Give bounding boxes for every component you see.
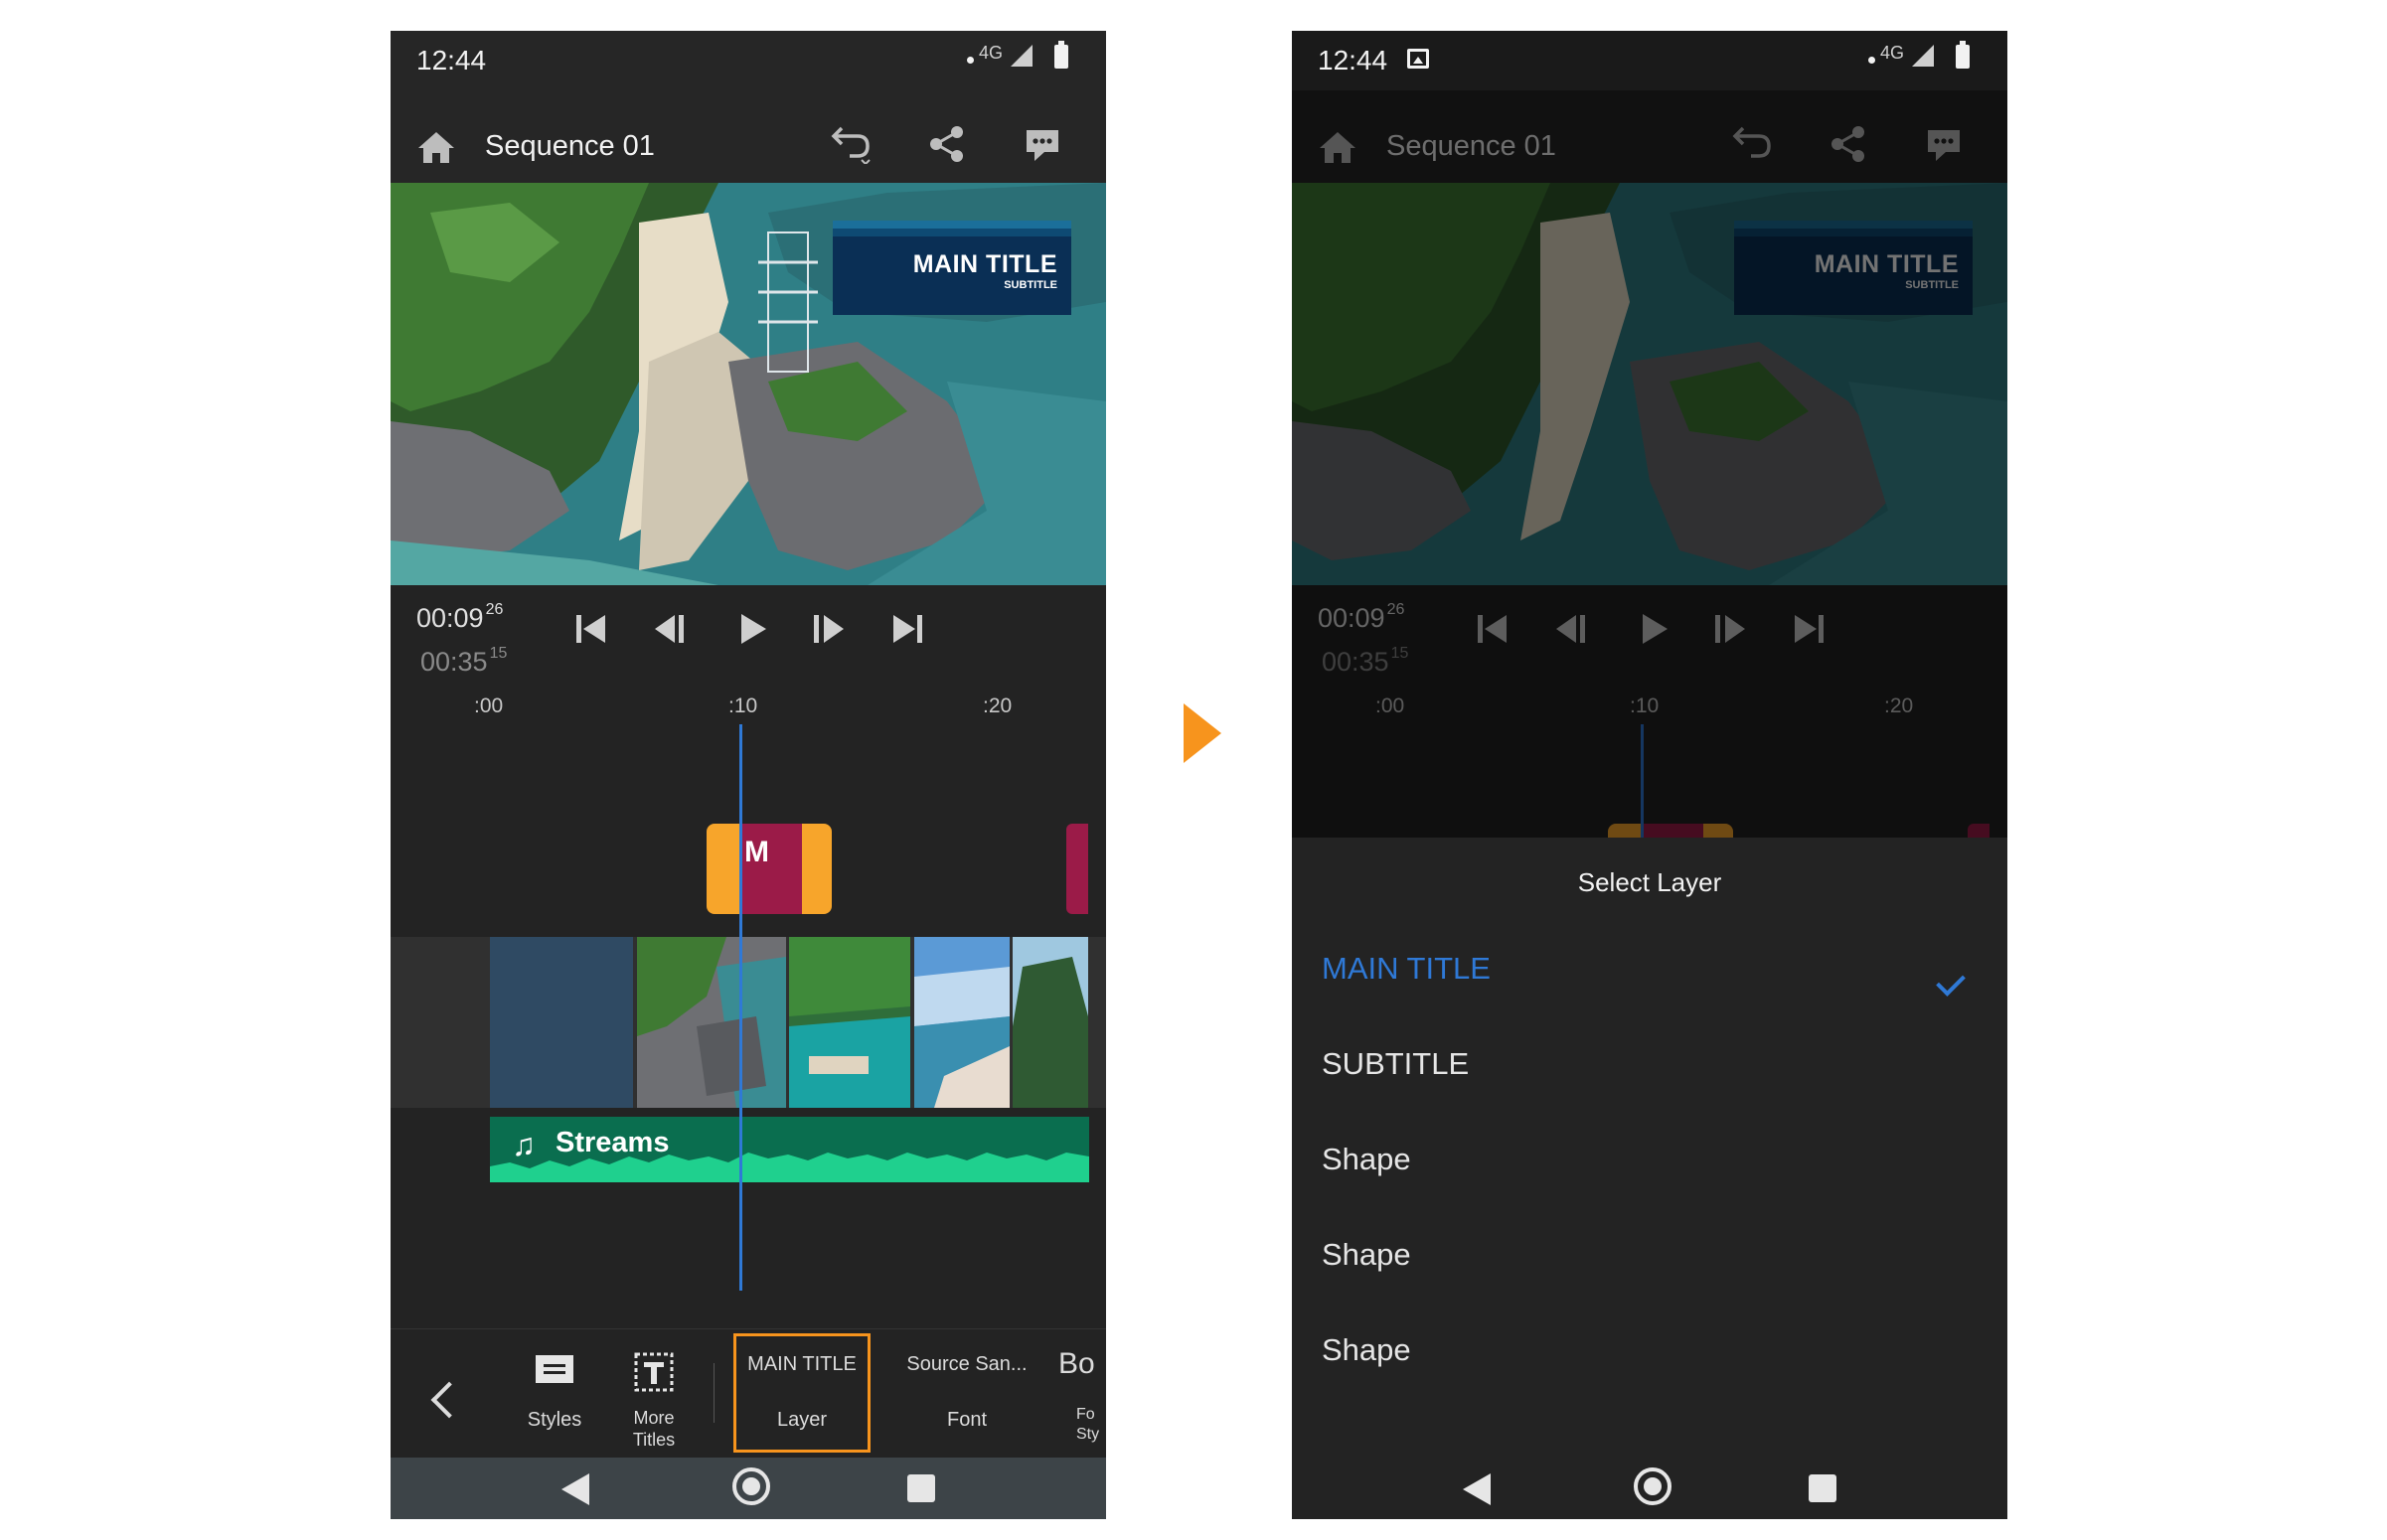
toolbar-divider	[714, 1363, 715, 1423]
image-notification-icon	[1407, 49, 1429, 69]
transition-arrow-icon	[1184, 703, 1221, 763]
share-icon[interactable]	[927, 124, 967, 164]
title-clip[interactable]: M	[707, 824, 832, 914]
ruler-tick: :00	[474, 694, 504, 717]
video-preview[interactable]: MAIN TITLE SUBTITLE	[391, 183, 1106, 585]
styles-button[interactable]: Styles	[510, 1329, 599, 1459]
font-label: Font	[946, 1409, 988, 1431]
phone-screen-editor: 12:44 4G Sequence 01 MAIN TITLE SUBTITLE…	[391, 31, 1106, 1519]
nav-home-icon[interactable]	[732, 1467, 770, 1505]
nav-recents-icon[interactable]	[907, 1474, 935, 1502]
battery-icon	[1956, 41, 1970, 69]
battery-icon	[1054, 41, 1068, 69]
title-overlay[interactable]: MAIN TITLE SUBTITLE	[833, 221, 1071, 315]
home-icon[interactable]	[416, 130, 456, 164]
overlay-main-title: MAIN TITLE	[912, 250, 1057, 278]
current-timecode: 00:0926	[416, 601, 504, 633]
phone-screen-select-layer: 12:44 4G Sequence 01	[1292, 31, 2007, 1519]
title-edit-toolbar: Styles More Titles MAIN TITLE Layer Sour…	[391, 1328, 1106, 1459]
modal-scrim[interactable]	[1292, 90, 2007, 846]
status-time: 12:44	[416, 45, 487, 76]
signal-icon	[1912, 45, 1934, 67]
audio-clip[interactable]: ♫ Streams	[490, 1117, 1089, 1182]
video-clip-boat[interactable]	[914, 937, 1010, 1108]
skip-to-end-icon[interactable]	[887, 611, 927, 647]
network-type: 4G	[979, 43, 1004, 63]
nav-back-icon[interactable]	[1463, 1473, 1491, 1505]
android-nav-bar	[391, 1458, 1106, 1519]
network-type: 4G	[1880, 43, 1905, 63]
video-clip-lagoon[interactable]	[789, 937, 910, 1108]
styles-icon	[536, 1355, 573, 1383]
comment-icon[interactable]	[1023, 126, 1062, 164]
play-icon[interactable]	[732, 611, 772, 647]
transport-controls: 00:0926 00:3515 :00 :10 :20	[391, 585, 1106, 724]
sequence-title: Sequence 01	[485, 130, 655, 162]
layer-option-shape[interactable]: Shape	[1322, 1142, 1411, 1177]
font-style-button[interactable]: Bo Fo Sty	[1058, 1329, 1106, 1459]
total-duration: 00:3515	[420, 645, 508, 677]
layer-option-shape[interactable]: Shape	[1322, 1237, 1411, 1273]
video-clip-blank[interactable]	[490, 937, 633, 1108]
ruler-tick: :20	[983, 694, 1013, 717]
notification-dot-icon	[1868, 57, 1875, 64]
font-style-value: Bo	[1058, 1347, 1095, 1380]
undo-icon[interactable]	[828, 124, 872, 164]
font-value: Source San...	[906, 1353, 1028, 1375]
overlay-subtitle: SUBTITLE	[1004, 279, 1057, 291]
select-layer-sheet: Select Layer MAIN TITLE SUBTITLE Shape S…	[1292, 838, 2007, 1458]
skip-to-start-icon[interactable]	[571, 611, 611, 647]
title-clip-next[interactable]	[1066, 824, 1088, 914]
video-clip-island[interactable]	[637, 937, 786, 1108]
status-time: 12:44	[1318, 45, 1388, 76]
chevron-left-icon[interactable]	[430, 1381, 468, 1419]
playhead[interactable]	[739, 724, 742, 1291]
layer-option-subtitle[interactable]: SUBTITLE	[1322, 1046, 1469, 1082]
app-bar: Sequence 01	[391, 90, 1106, 196]
font-style-label: Fo Sty	[1076, 1406, 1100, 1443]
more-titles-label: More Titles	[632, 1408, 676, 1450]
status-bar: 12:44 4G	[391, 31, 1106, 90]
step-back-icon[interactable]	[651, 611, 691, 647]
layer-option-main-title[interactable]: MAIN TITLE	[1322, 951, 1491, 987]
nav-recents-icon[interactable]	[1809, 1474, 1836, 1502]
android-nav-bar	[1292, 1458, 2007, 1519]
ruler-tick: :10	[728, 694, 758, 717]
status-bar: 12:44 4G	[1292, 31, 2007, 90]
selected-tool-highlight	[733, 1333, 871, 1453]
styles-label: Styles	[527, 1409, 582, 1431]
layer-option-shape[interactable]: Shape	[1322, 1332, 1411, 1368]
more-titles-icon	[634, 1352, 674, 1392]
sheet-title: Select Layer	[1577, 867, 1722, 897]
title-clip-label: M	[744, 836, 769, 868]
checkmark-icon	[1936, 967, 1966, 997]
audio-clip-label: Streams	[556, 1127, 670, 1158]
notification-dot-icon	[967, 57, 974, 64]
more-titles-button[interactable]: More Titles	[609, 1329, 699, 1459]
nav-home-icon[interactable]	[1634, 1467, 1671, 1505]
music-note-icon: ♫	[512, 1127, 536, 1162]
video-clip-cliff[interactable]	[1013, 937, 1088, 1108]
nav-back-icon[interactable]	[561, 1473, 589, 1505]
step-forward-icon[interactable]	[808, 611, 848, 647]
timeline[interactable]: M ♫ Streams	[391, 724, 1106, 1328]
font-button[interactable]: Source San... Font	[897, 1329, 1036, 1459]
signal-icon	[1011, 45, 1033, 67]
